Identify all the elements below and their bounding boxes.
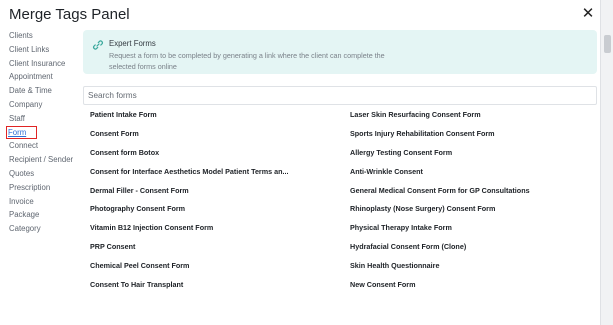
sidebar-item-label: Form: [8, 127, 27, 137]
form-item[interactable]: Allergy Testing Consent Form: [350, 148, 600, 167]
sidebar-item-package[interactable]: Package: [9, 208, 77, 222]
banner-title: Expert Forms: [109, 39, 156, 48]
sidebar-item-appointment[interactable]: Appointment: [9, 70, 77, 84]
form-item[interactable]: Patient Intake Form: [90, 110, 350, 129]
sidebar: Clients Client Links Client Insurance Ap…: [6, 29, 77, 236]
form-item[interactable]: General Medical Consent Form for GP Cons…: [350, 186, 600, 205]
form-item[interactable]: Vitamin B12 Injection Consent Form: [90, 223, 350, 242]
search-forms-input[interactable]: [83, 86, 597, 105]
sidebar-item-prescription[interactable]: Prescription: [9, 181, 77, 195]
sidebar-item-quotes[interactable]: Quotes: [9, 167, 77, 181]
form-item[interactable]: Rhinoplasty (Nose Surgery) Consent Form: [350, 204, 600, 223]
scrollbar-thumb[interactable]: [604, 35, 611, 53]
sidebar-item-label: Invoice: [9, 196, 34, 206]
sidebar-item-date-time[interactable]: Date & Time: [9, 84, 77, 98]
form-item[interactable]: Consent Form: [90, 129, 350, 148]
sidebar-item-label: Client Links: [9, 44, 50, 54]
form-item[interactable]: PRP Consent: [90, 242, 350, 261]
form-item[interactable]: Laser Skin Resurfacing Consent Form: [350, 110, 600, 129]
close-icon: ✕: [581, 5, 595, 22]
selection-highlight: Form: [6, 125, 38, 139]
form-item[interactable]: Photography Consent Form: [90, 204, 350, 223]
sidebar-item-recipient-sender[interactable]: Recipient / Sender: [9, 153, 77, 167]
link-icon: [93, 40, 103, 50]
sidebar-item-company[interactable]: Company: [9, 98, 77, 112]
form-item[interactable]: Consent for Interface Aesthetics Model P…: [90, 167, 350, 186]
sidebar-item-label: Appointment: [9, 72, 53, 82]
form-item[interactable]: Anti-Wrinkle Consent: [350, 167, 600, 186]
sidebar-item-label: Prescription: [9, 182, 51, 192]
sidebar-item-label: Package: [9, 210, 40, 220]
form-item[interactable]: Hydrafacial Consent Form (Clone): [350, 242, 600, 261]
sidebar-item-label: Category: [9, 224, 41, 234]
sidebar-item-staff[interactable]: Staff: [9, 112, 77, 126]
form-item[interactable]: New Consent Form: [350, 280, 600, 299]
sidebar-item-label: Company: [9, 99, 43, 109]
sidebar-item-invoice[interactable]: Invoice: [9, 195, 77, 209]
expert-forms-banner: Expert Forms Request a form to be comple…: [83, 30, 597, 74]
sidebar-item-label: Connect: [9, 141, 39, 151]
sidebar-item-clients[interactable]: Clients: [9, 29, 77, 43]
form-item[interactable]: Chemical Peel Consent Form: [90, 261, 350, 280]
form-item[interactable]: Consent To Hair Transplant: [90, 280, 350, 299]
form-item[interactable]: Dermal Filler - Consent Form: [90, 186, 350, 205]
form-item[interactable]: Physical Therapy Intake Form: [350, 223, 600, 242]
sidebar-item-label: Recipient / Sender: [9, 155, 74, 165]
sidebar-item-label: Clients: [9, 31, 33, 40]
sidebar-item-client-insurance[interactable]: Client Insurance: [9, 57, 77, 71]
sidebar-item-label: Staff: [9, 113, 25, 123]
close-button[interactable]: ✕: [579, 5, 597, 23]
banner-description: Request a form to be completed by genera…: [109, 51, 385, 72]
form-item[interactable]: Sports Injury Rehabilitation Consent For…: [350, 129, 600, 148]
merge-tags-panel: Merge Tags Panel ✕ Clients Client Links …: [0, 0, 600, 325]
sidebar-item-connect[interactable]: Connect: [9, 139, 77, 153]
form-item[interactable]: Skin Health Questionnaire: [350, 261, 600, 280]
panel-title: Merge Tags Panel: [9, 6, 130, 23]
sidebar-item-label: Quotes: [9, 168, 35, 178]
forms-list: Patient Intake Form Consent Form Consent…: [90, 110, 600, 299]
sidebar-item-category[interactable]: Category: [9, 222, 77, 236]
sidebar-item-label: Client Insurance: [9, 58, 66, 68]
form-item[interactable]: Consent form Botox: [90, 148, 350, 167]
sidebar-item-form[interactable]: Form: [6, 125, 77, 140]
background-scrollbar[interactable]: [600, 0, 613, 325]
sidebar-item-label: Date & Time: [9, 86, 52, 96]
sidebar-item-client-links[interactable]: Client Links: [9, 43, 77, 57]
